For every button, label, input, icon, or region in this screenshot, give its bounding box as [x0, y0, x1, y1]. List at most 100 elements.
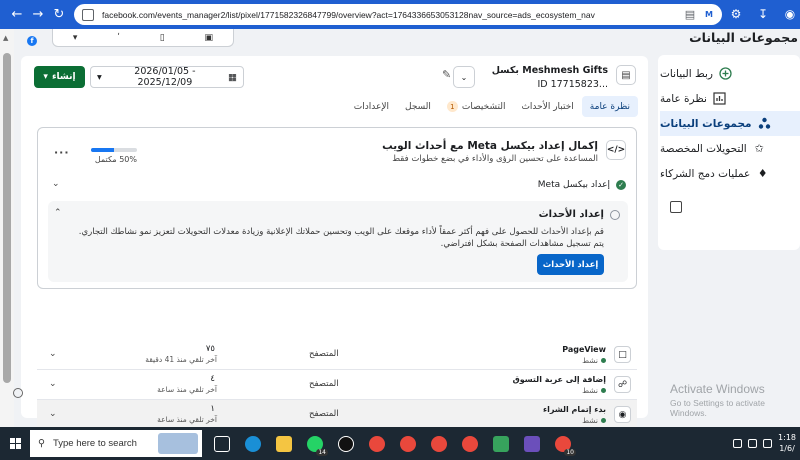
taskbar-search[interactable]: ⚲ Type here to search	[30, 430, 202, 457]
nodes-icon	[758, 117, 771, 130]
globe-icon[interactable]	[13, 388, 23, 398]
tab-label: السجل	[405, 101, 431, 112]
event-count: ١	[210, 404, 215, 414]
puzzle-icon[interactable]: ⚙	[726, 4, 746, 24]
windows-start-button[interactable]	[0, 427, 30, 460]
mini-toolbar-item[interactable]: ▣	[205, 33, 214, 43]
taskbar-apps: 14 10	[208, 430, 577, 458]
tab-history[interactable]: السجل	[397, 96, 439, 117]
tab-overview[interactable]: نظرة عامة	[581, 96, 638, 117]
task-view-icon[interactable]	[208, 430, 236, 458]
file-explorer-icon[interactable]	[270, 430, 298, 458]
tab-test-events[interactable]: اختبار الأحداث	[513, 96, 581, 117]
extension-icon[interactable]: M	[699, 4, 719, 24]
arrow-left-icon[interactable]: ←	[6, 3, 28, 25]
sidebar-toggle-icon[interactable]	[670, 201, 682, 213]
step-pixel-setup[interactable]: ✓ إعداد بيكسل Meta	[56, 180, 626, 190]
tab-bar: نظرة عامة اختبار الأحداث التشخيصات 1 السج…	[346, 96, 638, 117]
status-dot	[601, 418, 606, 423]
cart-icon: ☍	[614, 376, 631, 393]
chrome-icon[interactable]	[363, 430, 391, 458]
battery-icon[interactable]	[763, 439, 773, 448]
status-dot	[601, 388, 606, 393]
address-bar[interactable]: facebook.com/events_manager2/list/pixel/…	[74, 4, 722, 25]
setup-card: </> إكمال إعداد بيكسل Meta مع أحداث الوي…	[37, 127, 637, 289]
app-icon[interactable]	[518, 430, 546, 458]
page-icon: □	[614, 346, 631, 363]
download-icon[interactable]: ↧	[753, 4, 773, 24]
sidebar-item-custom-conversions[interactable]: ✩ التحويلات المخصصة	[660, 136, 800, 161]
scrollbar-thumb[interactable]	[3, 53, 11, 383]
sidebar-item-label: ربط البيانات	[660, 67, 713, 80]
table-row[interactable]: ☍ إضافة إلى عربة التسوق نشط المتصفح ٤ آخ…	[37, 370, 637, 400]
pixel-dropdown-button[interactable]: ⌄	[453, 66, 475, 88]
mini-toolbar-item[interactable]: ▯	[160, 33, 165, 43]
chevron-down-icon[interactable]: ⌄	[49, 409, 57, 419]
sidebar-item-label: نظرة عامة	[660, 92, 707, 105]
sidebar-item-label: عمليات دمج الشركاء	[660, 167, 751, 180]
chevron-down-icon[interactable]: ⌄	[52, 179, 60, 189]
sidebar-item-datasets[interactable]: مجموعات البيانات	[660, 111, 800, 136]
mini-toolbar-item[interactable]: ʹ	[117, 33, 120, 43]
notification-badge: 10	[564, 448, 576, 456]
create-button[interactable]: ▾ إنشاء	[34, 66, 85, 88]
event-count: ٤	[210, 374, 215, 384]
windows-logo-icon	[9, 438, 21, 449]
volume-icon[interactable]	[748, 439, 758, 448]
code-icon: </>	[606, 140, 626, 160]
install-app-icon[interactable]: ▤	[685, 8, 695, 21]
vertical-scrollbar[interactable]: ▲	[0, 29, 14, 427]
plus-circle-icon	[719, 67, 732, 80]
step-events-panel: إعداد الأحداث ⌃ قم بإعداد الأحداث للحصول…	[48, 201, 628, 282]
chart-icon	[713, 92, 726, 105]
progress-fill	[91, 148, 114, 152]
more-options-icon[interactable]: ···	[54, 146, 70, 159]
whatsapp-icon[interactable]: 14	[301, 430, 329, 458]
pencil-icon[interactable]: ✎	[442, 68, 451, 81]
event-last-received: آخر تلقي منذ ساعة	[157, 385, 217, 394]
basket-icon: ◉	[614, 406, 631, 423]
arrow-right-icon[interactable]: →	[27, 3, 49, 25]
tiktok-icon[interactable]	[332, 430, 360, 458]
clock[interactable]: 1:18 1/6/	[778, 433, 796, 454]
chevron-down-icon[interactable]: ⌄	[49, 349, 57, 359]
handshake-icon: ♦	[757, 167, 768, 180]
chevron-up-icon[interactable]: ⌃	[54, 208, 62, 218]
clock-time: 1:18	[778, 433, 796, 443]
chrome-icon[interactable]	[456, 430, 484, 458]
event-name: إضافة إلى عربة التسوق	[512, 375, 606, 384]
site-settings-icon[interactable]	[82, 8, 94, 21]
network-icon[interactable]	[733, 439, 743, 448]
table-row[interactable]: ◉ بدء إتمام الشراء نشط المتصفح ١ آخر تلق…	[37, 400, 637, 427]
event-source: المتصفح	[309, 379, 339, 389]
tab-diagnostics[interactable]: التشخيصات 1	[439, 96, 514, 117]
chrome-icon[interactable]	[425, 430, 453, 458]
sidebar-item-partner-integrations[interactable]: ♦ عمليات دمج الشركاء	[660, 161, 800, 186]
calendar-icon: ▦	[228, 71, 237, 83]
star-icon: ✩	[754, 142, 764, 155]
table-row[interactable]: □ PageView نشط المتصفح ٧٥ آخر تلقي منذ 4…	[37, 340, 637, 370]
chevron-down-icon[interactable]: ⌄	[49, 379, 57, 389]
reload-icon[interactable]: ↻	[48, 3, 70, 25]
tab-settings[interactable]: الإعدادات	[346, 96, 397, 117]
scroll-up-icon[interactable]: ▲	[3, 34, 8, 42]
profile-icon[interactable]: ◉	[780, 4, 800, 24]
setup-events-button[interactable]: إعداد الأحداث	[537, 254, 604, 275]
sidebar-item-connect-data[interactable]: ربط البيانات	[660, 61, 800, 86]
setup-header: </> إكمال إعداد بيكسل Meta مع أحداث الوي…	[382, 140, 626, 164]
app-icon[interactable]	[487, 430, 515, 458]
date-range-picker[interactable]: ▾ 2026/01/05 - 2025/12/09 ▦	[90, 66, 244, 88]
step-title: إعداد الأحداث	[538, 209, 604, 220]
event-source: المتصفح	[309, 409, 339, 419]
event-last-received: آخر تلقي منذ 41 دقيقة	[145, 355, 217, 364]
sidebar-item-overview[interactable]: نظرة عامة	[660, 86, 800, 111]
watermark-title: Activate Windows	[670, 382, 765, 396]
facebook-icon[interactable]: f	[27, 36, 37, 46]
step-events-header[interactable]: إعداد الأحداث	[539, 209, 620, 220]
event-name: بدء إتمام الشراء	[543, 405, 606, 414]
chrome-icon[interactable]	[394, 430, 422, 458]
mini-toolbar-item[interactable]: ▾	[73, 33, 78, 43]
sidebar-title: مجموعات البيانات	[689, 30, 798, 45]
chrome-icon[interactable]: 10	[549, 430, 577, 458]
edge-icon[interactable]	[239, 430, 267, 458]
